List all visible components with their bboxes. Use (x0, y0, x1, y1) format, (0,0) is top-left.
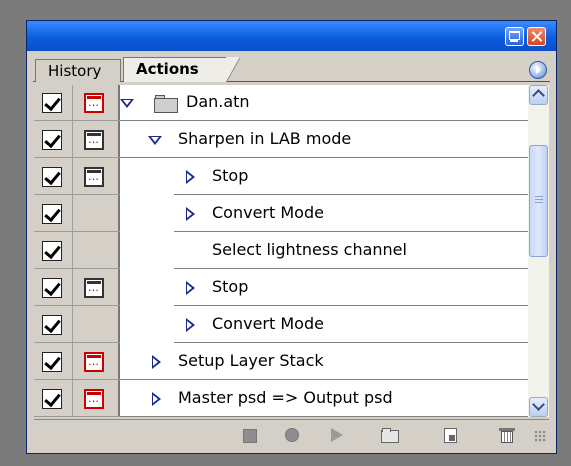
toggle-checkbox[interactable] (42, 130, 62, 150)
collapse-triangle-icon[interactable] (152, 355, 161, 369)
play-icon[interactable] (327, 427, 345, 443)
action-row[interactable]: Select lightness channel (34, 233, 528, 270)
dialog-toggle-icon[interactable] (84, 93, 104, 113)
folder-icon (154, 95, 180, 113)
tab-actions[interactable]: Actions (123, 57, 240, 82)
action-label: Stop (212, 166, 249, 185)
tab-history[interactable]: History (35, 59, 121, 82)
action-label: Convert Mode (212, 314, 324, 333)
dialog-toggle-icon[interactable] (84, 167, 104, 187)
expand-triangle-icon[interactable] (120, 99, 134, 108)
action-row[interactable]: Master psd => Output psd (34, 381, 528, 417)
action-label: Stop (212, 277, 249, 296)
trash-icon[interactable] (499, 427, 515, 443)
action-row[interactable]: Sharpen in LAB mode (34, 122, 528, 159)
action-row[interactable]: Setup Layer Stack (34, 344, 528, 381)
minimize-icon[interactable] (505, 27, 524, 46)
expand-triangle-icon[interactable] (148, 136, 162, 145)
action-label: Dan.atn (186, 92, 250, 111)
actions-list: Dan.atn Sharpen in LAB mode Stop Convert Mo… (34, 85, 528, 417)
action-row[interactable]: Convert Mode (34, 307, 528, 344)
action-row[interactable]: Stop (34, 159, 528, 196)
action-label: Sharpen in LAB mode (178, 129, 352, 148)
panel-menu-icon[interactable] (529, 61, 547, 79)
action-row[interactable]: Stop (34, 270, 528, 307)
collapse-triangle-icon[interactable] (152, 392, 161, 406)
collapse-triangle-icon[interactable] (186, 170, 195, 184)
scroll-thumb[interactable] (529, 145, 548, 257)
action-label: Select lightness channel (212, 240, 407, 259)
scroll-down-icon[interactable] (529, 397, 548, 417)
toggle-checkbox[interactable] (42, 315, 62, 335)
new-action-icon[interactable] (441, 427, 459, 443)
actions-panel: History Actions Dan.atn Sharpen in LAB mo… (26, 20, 557, 454)
stop-icon[interactable] (240, 427, 258, 443)
collapse-triangle-icon[interactable] (186, 207, 195, 221)
dialog-toggle-icon[interactable] (84, 352, 104, 372)
dialog-toggle-icon[interactable] (84, 130, 104, 150)
tab-actions-label: Actions (136, 60, 199, 78)
toggle-checkbox[interactable] (42, 241, 62, 261)
tab-history-label: History (48, 62, 102, 80)
toggle-checkbox[interactable] (42, 389, 62, 409)
action-label: Convert Mode (212, 203, 324, 222)
collapse-triangle-icon[interactable] (186, 318, 195, 332)
resize-grip-icon[interactable] (534, 430, 547, 443)
dialog-toggle-icon[interactable] (84, 389, 104, 409)
dialog-toggle-icon[interactable] (84, 278, 104, 298)
action-label: Setup Layer Stack (178, 351, 324, 370)
tab-row: History Actions (27, 51, 556, 82)
toggle-checkbox[interactable] (42, 167, 62, 187)
toggle-checkbox[interactable] (42, 352, 62, 372)
toggle-checkbox[interactable] (42, 204, 62, 224)
vertical-scrollbar[interactable] (528, 85, 549, 417)
title-bar[interactable] (27, 21, 556, 51)
folder-icon[interactable] (380, 427, 399, 443)
toggle-checkbox[interactable] (42, 278, 62, 298)
scroll-up-icon[interactable] (529, 85, 548, 105)
actions-footer (34, 419, 549, 450)
toggle-checkbox[interactable] (42, 93, 62, 113)
action-label: Master psd => Output psd (178, 388, 393, 407)
action-row[interactable]: Dan.atn (34, 85, 528, 122)
record-icon[interactable] (283, 427, 301, 443)
collapse-triangle-icon[interactable] (186, 281, 195, 295)
close-icon[interactable] (527, 27, 546, 46)
action-row[interactable]: Convert Mode (34, 196, 528, 233)
